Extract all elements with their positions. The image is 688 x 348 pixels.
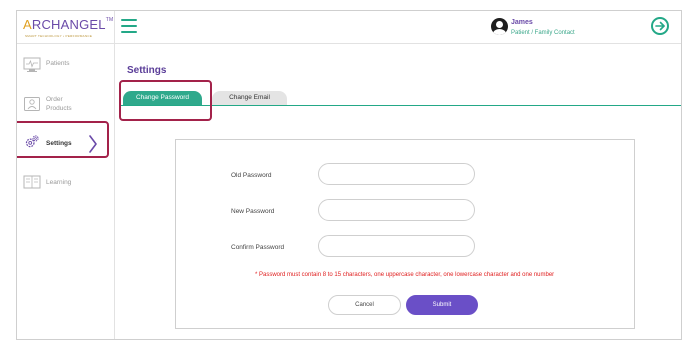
old-password-field[interactable] xyxy=(318,163,475,185)
logo: ARCHANGELTM SMART TECHNOLOGY • PERFORMAN… xyxy=(17,11,115,44)
gear-icon xyxy=(25,135,39,148)
sidebar-item-label: Learning xyxy=(46,179,72,186)
sidebar-item-label-line2: Products xyxy=(46,105,72,112)
top-bar: ARCHANGELTM SMART TECHNOLOGY • PERFORMAN… xyxy=(17,11,681,44)
change-password-form: Old Password New Password Confirm Passwo… xyxy=(175,139,635,329)
tab-change-email[interactable]: Change Email xyxy=(212,91,287,105)
order-products-icon xyxy=(24,97,40,111)
sidebar-item-patients[interactable]: Patients xyxy=(17,54,115,88)
sidebar-item-label: Patients xyxy=(46,60,70,67)
logo-trademark: TM xyxy=(105,17,114,23)
sidebar-item-order-products[interactable]: Order Products xyxy=(17,91,115,125)
password-requirements-note: * Password must contain 8 to 15 characte… xyxy=(255,272,555,278)
user-role: Patient / Family Contact xyxy=(511,30,575,36)
sidebar-item-settings[interactable]: Settings xyxy=(17,132,115,166)
new-password-label: New Password xyxy=(231,208,275,215)
old-password-label: Old Password xyxy=(231,172,272,179)
confirm-password-field[interactable] xyxy=(318,235,475,257)
learning-icon xyxy=(23,175,41,189)
monitor-icon xyxy=(23,57,41,72)
confirm-password-label: Confirm Password xyxy=(231,244,285,251)
new-password-field[interactable] xyxy=(318,199,475,221)
logo-wordmark: ARCHANGELTM xyxy=(23,17,113,32)
sidebar-item-learning[interactable]: Learning xyxy=(17,171,115,205)
user-name: James xyxy=(511,19,533,26)
sidebar-item-label: Order xyxy=(46,96,63,103)
tab-change-password[interactable]: Change Password xyxy=(123,91,202,105)
tabs-underline xyxy=(119,105,681,106)
app-window: ARCHANGELTM SMART TECHNOLOGY • PERFORMAN… xyxy=(16,10,682,340)
page-title: Settings xyxy=(127,65,167,76)
sidebar: Patients Order Products Settings Learnin… xyxy=(17,44,115,339)
chevron-right-icon xyxy=(89,135,97,153)
main-content: Settings Change Password Change Email Ol… xyxy=(116,44,681,339)
avatar xyxy=(491,18,508,35)
submit-button[interactable]: Submit xyxy=(406,295,478,315)
hamburger-menu-icon[interactable] xyxy=(121,19,137,33)
sidebar-item-label: Settings xyxy=(46,140,72,147)
logo-tagline: SMART TECHNOLOGY • PERFORMANCE xyxy=(25,34,93,38)
cancel-button[interactable]: Cancel xyxy=(328,295,401,315)
logo-text: RCHANGEL xyxy=(31,17,106,32)
logo-first-letter: A xyxy=(23,17,32,32)
arrow-right-circle-icon[interactable] xyxy=(651,17,669,35)
